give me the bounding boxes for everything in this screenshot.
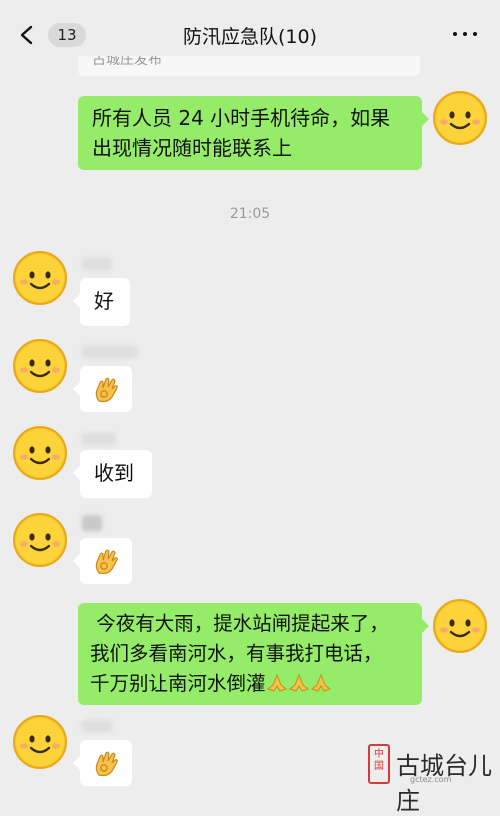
avatar[interactable]	[432, 598, 488, 654]
message-text-line: 今夜有大雨，提水站闸提起来了，	[90, 612, 389, 635]
seal-stamp: 中国	[368, 744, 390, 784]
folded-hands-icon	[266, 673, 287, 692]
outgoing-message[interactable]: 所有人员 24 小时手机待命，如果出现情况随时能联系上	[78, 96, 429, 170]
partial-message-text: 古城庄发布	[92, 56, 162, 68]
sender-name	[82, 515, 102, 531]
avatar[interactable]	[12, 250, 68, 306]
sender-name	[82, 258, 112, 270]
incoming-message[interactable]	[73, 538, 132, 584]
watermark-url: gctez.com	[410, 775, 452, 784]
watermark-logo: 中国 古城台儿庄 gctez.com	[366, 740, 496, 815]
sender-name	[82, 720, 112, 732]
ok-hand-icon	[95, 751, 118, 777]
message-text: 所有人员 24 小时手机待命，如果出现情况随时能联系上	[92, 106, 391, 160]
message-text: 千万别让南河水倒灌	[90, 672, 266, 695]
message-text: 收到	[94, 461, 134, 485]
avatar[interactable]	[12, 338, 68, 394]
folded-hands-icon	[288, 673, 309, 692]
timestamp: 21:05	[229, 206, 271, 222]
sender-name	[82, 346, 138, 358]
avatar[interactable]	[12, 425, 68, 481]
outgoing-message[interactable]: 今夜有大雨，提水站闸提起来了， 我们多看南河水，有事我打电话， 千万别让南河水倒…	[78, 603, 429, 705]
folded-hands-icon	[310, 673, 331, 692]
dot-icon	[473, 32, 477, 36]
incoming-message[interactable]: 好	[73, 278, 130, 326]
dot-icon	[463, 32, 467, 36]
ok-hand-icon	[95, 549, 118, 575]
more-options-button[interactable]	[452, 26, 478, 42]
chat-title: 防汛应急队(10)	[182, 26, 317, 48]
incoming-message[interactable]: 收到	[73, 450, 152, 498]
partial-message-card[interactable]: 古城庄发布	[78, 56, 420, 76]
ok-hand-icon	[95, 377, 118, 403]
sender-name	[82, 433, 116, 445]
avatar[interactable]	[432, 90, 488, 146]
incoming-message[interactable]	[73, 740, 132, 786]
message-text-line: 千万别让南河水倒灌	[90, 669, 410, 699]
avatar[interactable]	[12, 714, 68, 770]
incoming-message[interactable]	[73, 366, 132, 412]
message-text: 好	[94, 289, 114, 313]
dot-icon	[453, 32, 457, 36]
avatar[interactable]	[12, 512, 68, 568]
message-text-line: 我们多看南河水，有事我打电话，	[90, 642, 383, 665]
